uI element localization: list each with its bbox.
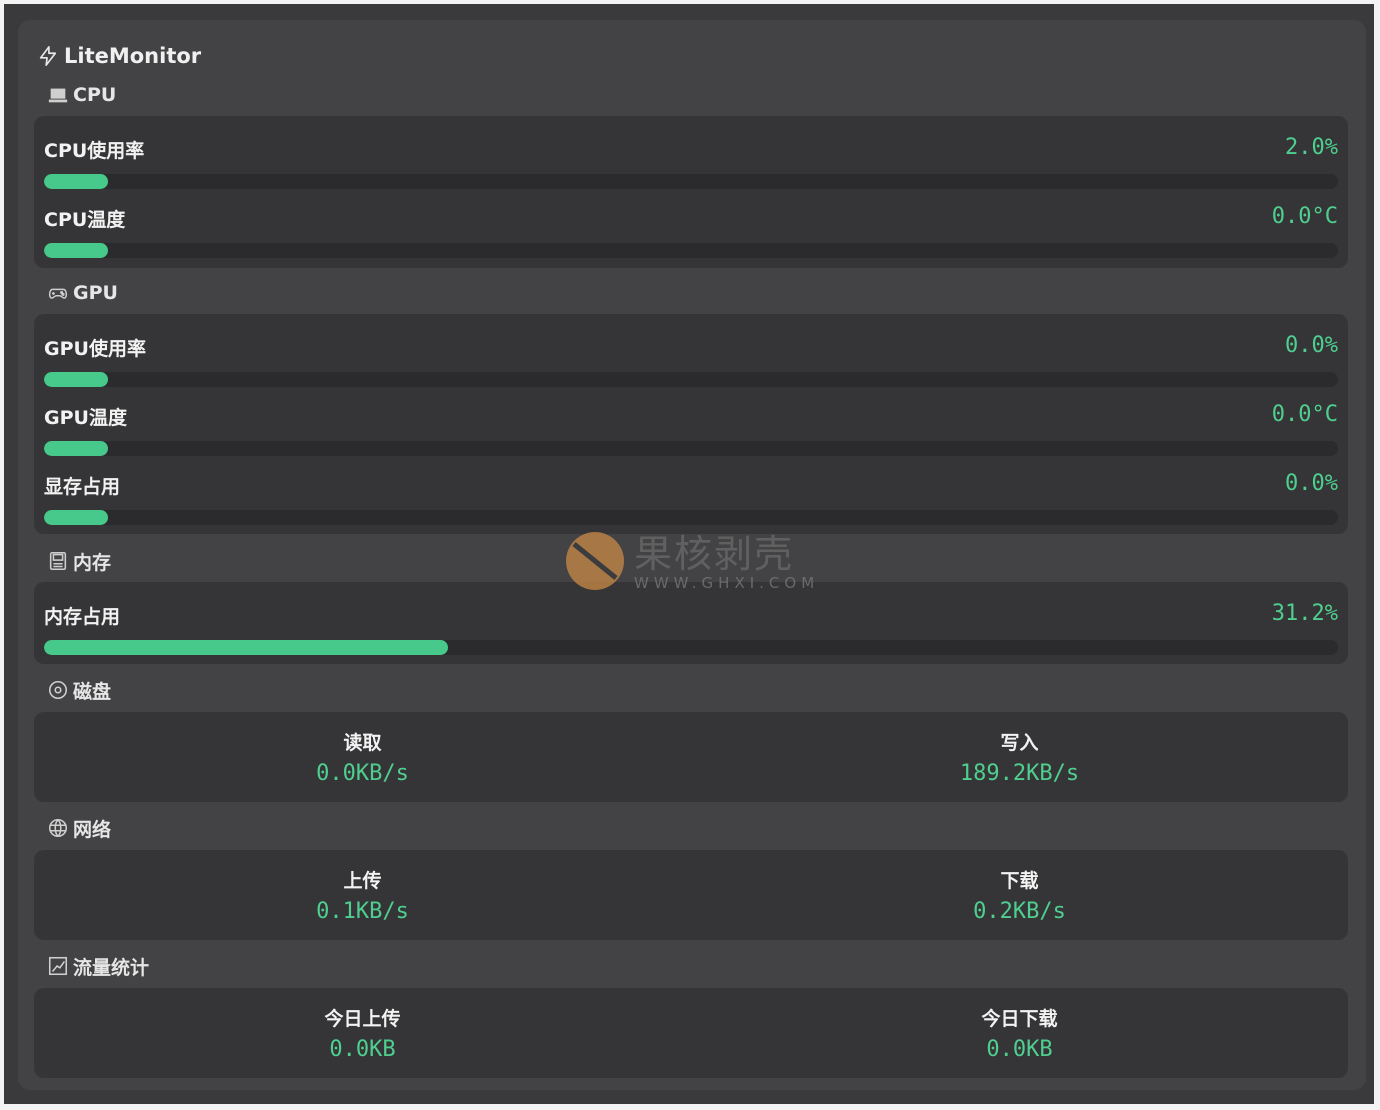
progress-track xyxy=(44,174,1338,189)
network-upload-value: 0.1KB/s xyxy=(316,899,409,924)
section-title-text: 磁盘 xyxy=(73,680,112,703)
metric-cpu-usage: CPU使用率 2.0% xyxy=(44,122,1338,191)
metric-memory-usage: 内存占用 31.2% xyxy=(44,588,1338,657)
metric-label: CPU使用率 xyxy=(44,140,145,162)
metric-gpu-usage: GPU使用率 0.0% xyxy=(44,320,1338,389)
watermark-text-en: WWW.GHXI.COM xyxy=(634,574,820,592)
metric-label: 内存占用 xyxy=(44,606,121,628)
progress-track xyxy=(44,243,1338,258)
section-title-memory: 内存 xyxy=(46,548,111,574)
traffic-today-download-value: 0.0KB xyxy=(986,1037,1053,1062)
section-title-text: CPU xyxy=(73,84,117,106)
network-upload-label: 上传 xyxy=(343,870,382,892)
section-title-text: 流量统计 xyxy=(73,956,150,979)
traffic-today-upload-label: 今日上传 xyxy=(324,1008,401,1030)
progress-track xyxy=(44,441,1338,456)
metric-vram-usage: 显存占用 0.0% xyxy=(44,458,1338,527)
disk-read: 读取 0.0KB/s xyxy=(34,712,691,802)
progress-fill xyxy=(44,174,108,189)
progress-fill xyxy=(44,372,108,387)
network-upload: 上传 0.1KB/s xyxy=(34,850,691,940)
metric-value: 2.0% xyxy=(1285,135,1338,160)
app-title: LiteMonitor xyxy=(36,40,201,72)
section-title-text: GPU xyxy=(73,282,118,304)
traffic-today-download: 今日下载 0.0KB xyxy=(691,988,1348,1078)
app-title-text: LiteMonitor xyxy=(64,44,202,68)
app-window: LiteMonitor CPU CPU使用率 2.0% CPU温度 0.0°C xyxy=(4,4,1374,1104)
section-title-cpu: CPU xyxy=(46,82,116,108)
section-title-network: 网络 xyxy=(46,815,111,841)
section-title-text: 内存 xyxy=(73,551,112,574)
metric-label: GPU使用率 xyxy=(44,338,146,360)
watermark: 果核剥壳 WWW.GHXI.COM xyxy=(564,528,834,598)
disk-write-label: 写入 xyxy=(1000,732,1039,754)
laptop-icon xyxy=(46,83,70,107)
chart-icon xyxy=(46,954,70,978)
traffic-today-upload: 今日上传 0.0KB xyxy=(34,988,691,1078)
disk-icon xyxy=(46,678,70,702)
progress-fill xyxy=(44,510,108,525)
section-title-disk: 磁盘 xyxy=(46,677,111,703)
metric-label: CPU温度 xyxy=(44,209,126,231)
cpu-card: CPU使用率 2.0% CPU温度 0.0°C xyxy=(34,116,1348,268)
traffic-card: 今日上传 0.0KB 今日下载 0.0KB xyxy=(34,988,1348,1078)
metric-value: 0.0% xyxy=(1285,333,1338,358)
network-download: 下载 0.2KB/s xyxy=(691,850,1348,940)
disk-card: 读取 0.0KB/s 写入 189.2KB/s xyxy=(34,712,1348,802)
metric-value: 0.0°C xyxy=(1271,402,1338,427)
watermark-text-cn: 果核剥壳 xyxy=(634,532,795,576)
memory-icon xyxy=(46,549,70,573)
watermark-logo-icon xyxy=(564,530,626,596)
network-card: 上传 0.1KB/s 下载 0.2KB/s xyxy=(34,850,1348,940)
globe-icon xyxy=(46,816,70,840)
traffic-today-download-label: 今日下载 xyxy=(981,1008,1058,1030)
metric-value: 0.0°C xyxy=(1271,204,1338,229)
section-title-traffic: 流量统计 xyxy=(46,953,149,979)
disk-write: 写入 189.2KB/s xyxy=(691,712,1348,802)
gpu-card: GPU使用率 0.0% GPU温度 0.0°C 显存占用 0.0% xyxy=(34,314,1348,534)
progress-track xyxy=(44,372,1338,387)
metric-cpu-temp: CPU温度 0.0°C xyxy=(44,191,1338,260)
disk-write-value: 189.2KB/s xyxy=(959,761,1080,786)
gamepad-icon xyxy=(46,281,70,305)
progress-fill xyxy=(44,243,108,258)
section-title-gpu: GPU xyxy=(46,280,118,306)
disk-read-label: 读取 xyxy=(343,732,382,754)
progress-track xyxy=(44,640,1338,655)
metric-label: 显存占用 xyxy=(44,476,121,498)
traffic-today-upload-value: 0.0KB xyxy=(329,1037,396,1062)
lightning-icon xyxy=(36,44,60,68)
metric-label: GPU温度 xyxy=(44,407,127,429)
network-download-label: 下载 xyxy=(1000,870,1039,892)
progress-fill xyxy=(44,640,448,655)
progress-track xyxy=(44,510,1338,525)
metric-value: 31.2% xyxy=(1271,601,1338,626)
metric-gpu-temp: GPU温度 0.0°C xyxy=(44,389,1338,458)
disk-read-value: 0.0KB/s xyxy=(316,761,409,786)
metric-value: 0.0% xyxy=(1285,471,1338,496)
section-title-text: 网络 xyxy=(73,818,112,841)
progress-fill xyxy=(44,441,108,456)
network-download-value: 0.2KB/s xyxy=(973,899,1066,924)
